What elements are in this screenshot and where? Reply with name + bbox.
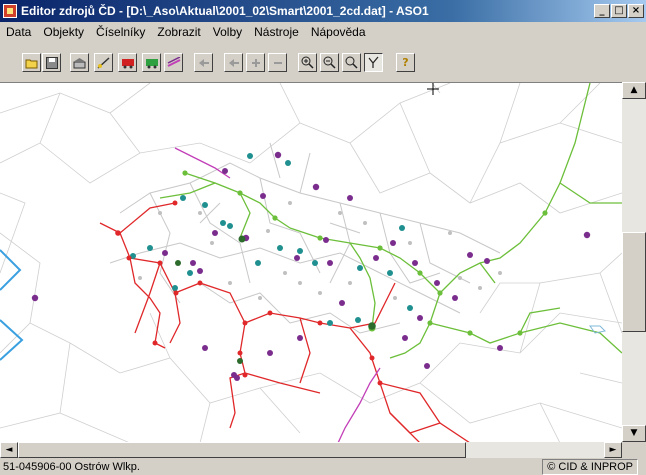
save-icon [45,56,58,69]
green-stations [182,170,548,336]
menu-nastroje[interactable]: Nástroje [248,25,305,39]
open-folder-icon [25,59,37,68]
edit-line-icon [97,56,110,69]
scroll-corner [622,442,646,458]
copyright-text: © CID & INPROP [542,458,638,475]
darkgreen-stations [175,235,376,364]
horizontal-scrollbar[interactable]: ◄ ► [0,442,622,458]
zoom-out-icon [323,56,336,69]
maximize-button[interactable]: □ [611,4,627,18]
background-network [0,83,622,442]
local-network [109,142,501,334]
scroll-left-button[interactable]: ◄ [0,442,18,458]
scroll-down-button[interactable]: ▼ [622,425,646,442]
teal-stations [130,153,413,326]
select-branch-button[interactable] [364,53,383,72]
window-controls: _ □ × [594,4,644,18]
green-railway-lines [159,83,622,359]
add-button[interactable] [246,53,265,72]
vertical-scroll-thumb[interactable] [622,232,646,332]
train-green-icon [145,58,158,68]
menu-data[interactable]: Data [0,25,37,39]
red-stations [115,200,383,386]
help-button[interactable]: ? [396,53,415,72]
horizontal-scroll-thumb[interactable] [18,442,466,458]
map-canvas[interactable] [0,82,622,442]
plus-icon [251,58,260,67]
tracks-button[interactable] [164,53,183,72]
menu-napoveda[interactable]: Nápověda [305,25,372,39]
scroll-up-button[interactable]: ▲ [622,82,646,99]
railway-map[interactable] [0,83,622,442]
toolbar: ? [0,42,646,82]
vertical-scrollbar[interactable]: ▲ ▼ [622,82,646,442]
zoom-out-button[interactable] [320,53,339,72]
menu-zobrazit[interactable]: Zobrazit [151,25,206,39]
menu-volby[interactable]: Volby [207,25,248,39]
close-button[interactable]: × [628,4,644,18]
remove-button[interactable] [268,53,287,72]
status-text: 51-045906-00 Ostrów Wlkp. [3,460,140,473]
menu-ciselniky[interactable]: Číselníky [90,25,151,39]
select-branch-icon [368,56,379,68]
title-bar: Editor zdrojů ČD - [D:\_Aso\Aktual\2001_… [0,0,646,22]
back-button[interactable] [194,53,213,72]
zoom-icon [345,56,358,69]
status-bar: 51-045906-00 Ostrów Wlkp. © CID & INPROP [0,458,646,475]
zoom-in-button[interactable] [298,53,317,72]
save-button[interactable] [42,53,61,72]
minimize-button[interactable]: _ [594,4,610,18]
window-title: Editor zdrojů ČD - [D:\_Aso\Aktual\2001_… [21,4,429,18]
scroll-right-button[interactable]: ► [604,442,622,458]
back-arrow-icon [198,58,209,67]
purple-stations [31,151,591,381]
menu-bar: Data Objekty Číselníky Zobrazit Volby Ná… [0,22,646,42]
train-red-icon [121,58,134,68]
train-red-button[interactable] [118,53,137,72]
delete-icon [228,58,239,67]
minus-icon [273,61,282,64]
zoom-button[interactable] [342,53,361,72]
edit-line-button[interactable] [94,53,113,72]
open-button[interactable] [22,53,41,72]
station-button[interactable] [70,53,89,72]
train-green-button[interactable] [142,53,161,72]
red-railway-lines [99,202,470,442]
zoom-in-icon [301,56,314,69]
app-icon[interactable] [3,4,17,18]
station-icon [73,57,86,68]
crosshair-cursor [427,83,439,95]
menu-objekty[interactable]: Objekty [37,25,90,39]
delete-button[interactable] [224,53,243,72]
help-icon: ? [402,56,409,69]
tracks-icon [167,56,180,67]
